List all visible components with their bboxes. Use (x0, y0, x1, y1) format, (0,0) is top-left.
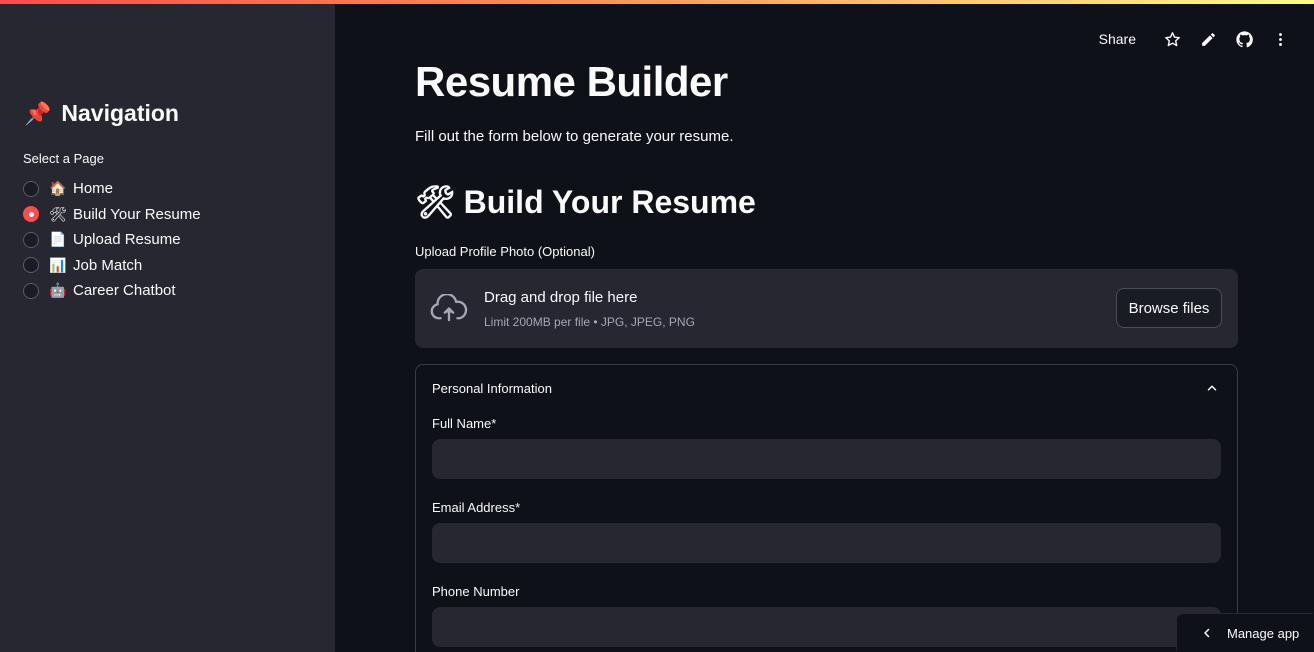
email-input[interactable] (432, 523, 1221, 563)
radio-label: Job Match (73, 256, 143, 274)
bar-chart-icon: 📊 (49, 256, 67, 273)
manage-app-button[interactable]: Manage app (1177, 614, 1314, 652)
page-subtitle: Fill out the form below to generate your… (415, 128, 734, 145)
radio-label: Career Chatbot (73, 282, 176, 300)
radio-item-job-match[interactable]: 📊 Job Match (23, 253, 201, 279)
personal-info-expander: Personal Information Full Name* Email Ad… (415, 364, 1238, 652)
document-icon: 📄 (49, 231, 67, 248)
upload-photo-label: Upload Profile Photo (Optional) (415, 244, 595, 259)
page-select-label: Select a Page (23, 151, 104, 166)
star-icon[interactable] (1154, 28, 1190, 50)
share-button[interactable]: Share (1099, 31, 1136, 47)
sidebar: 📌 Navigation Select a Page 🏠 Home 🛠 Buil… (0, 0, 335, 652)
cloud-upload-icon (430, 294, 468, 322)
radio-button[interactable] (23, 231, 39, 248)
github-icon[interactable] (1226, 28, 1262, 50)
browse-files-button[interactable]: Browse files (1116, 288, 1222, 328)
dropzone-title: Drag and drop file here (484, 289, 638, 306)
chevron-up-icon[interactable] (1205, 381, 1219, 395)
page-radio-group: 🏠 Home 🛠 Build Your Resume 📄 Upload Resu… (23, 176, 201, 304)
radio-item-career-chatbot[interactable]: 🤖 Career Chatbot (23, 278, 201, 304)
phone-label: Phone Number (432, 584, 520, 599)
top-decoration-stripe (0, 0, 1314, 4)
more-vertical-icon[interactable] (1262, 28, 1298, 50)
manage-app-label: Manage app (1227, 625, 1300, 641)
radio-label: Build Your Resume (73, 205, 201, 223)
email-label: Email Address* (432, 500, 521, 515)
radio-item-upload-resume[interactable]: 📄 Upload Resume (23, 227, 201, 253)
sidebar-title-text: Navigation (61, 100, 179, 126)
radio-item-home[interactable]: 🏠 Home (23, 176, 201, 202)
radio-label: Home (73, 180, 114, 198)
section-title-text: Build Your Resume (463, 183, 756, 220)
phone-input[interactable] (432, 607, 1221, 647)
radio-button[interactable] (23, 257, 39, 274)
dropzone-limit-text: Limit 200MB per file • JPG, JPEG, PNG (484, 315, 695, 329)
robot-icon: 🤖 (49, 282, 67, 299)
house-icon: 🏠 (49, 180, 67, 197)
pencil-icon[interactable] (1190, 28, 1226, 50)
section-title: 🛠 Build Your Resume (415, 183, 756, 221)
app-toolbar: Share (1099, 28, 1298, 50)
full-name-label: Full Name* (432, 416, 497, 431)
sidebar-title: 📌 Navigation (24, 100, 179, 127)
radio-button-selected[interactable] (23, 206, 39, 223)
full-name-input[interactable] (432, 439, 1221, 479)
radio-button[interactable] (23, 282, 39, 299)
page-title: Resume Builder (415, 58, 728, 105)
file-dropzone[interactable]: Drag and drop file here Limit 200MB per … (415, 269, 1238, 348)
expander-title[interactable]: Personal Information (432, 381, 552, 396)
chevron-left-icon (1204, 628, 1210, 638)
radio-item-build-resume[interactable]: 🛠 Build Your Resume (23, 202, 201, 228)
pushpin-icon: 📌 (24, 100, 52, 126)
radio-button[interactable] (23, 180, 39, 197)
hammer-wrench-icon: 🛠 (415, 184, 456, 220)
hammer-wrench-icon: 🛠 (49, 205, 67, 222)
radio-label: Upload Resume (73, 231, 181, 249)
